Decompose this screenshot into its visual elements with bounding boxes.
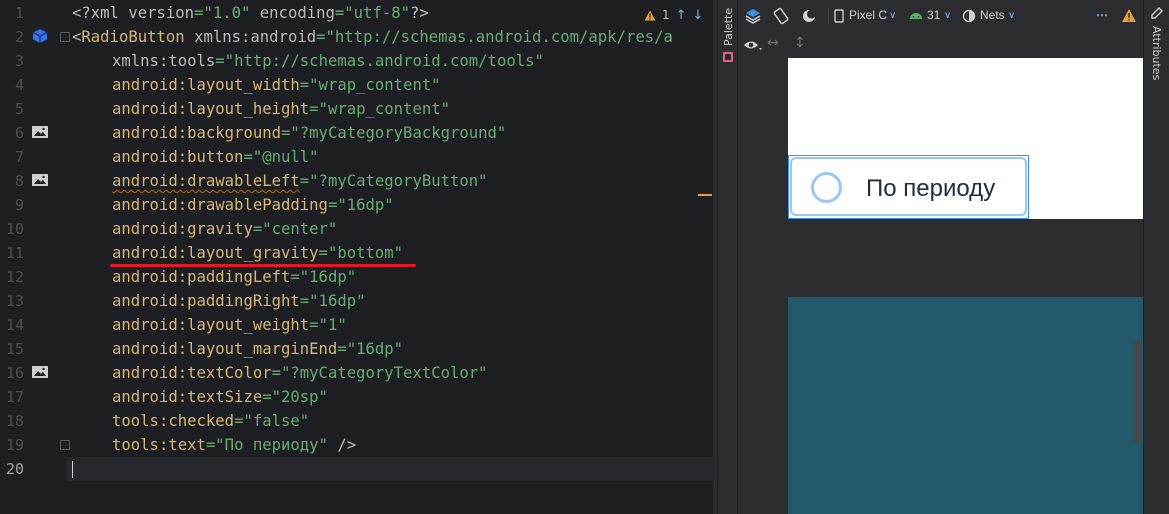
image-preview-icon[interactable]: [31, 124, 49, 140]
inspection-widget[interactable]: 1 ↑ ↓: [644, 6, 703, 24]
editor-gutter: 1 2 3 4 5 6 7 8 9 10 11 12 13 14 15 16 1…: [0, 0, 70, 514]
orientation-icon[interactable]: [772, 7, 790, 25]
code-line-2: <RadioButton xmlns:android="http://schem…: [72, 28, 673, 46]
radio-circle-icon: [811, 172, 842, 203]
error-underline-annotation: [110, 264, 416, 267]
code-line-18: tools:checked="false": [112, 412, 310, 430]
device-selector[interactable]: Pixel C: [849, 8, 887, 22]
line-number: 17: [5, 388, 24, 406]
code-line-15: android:layout_marginEnd="16dp": [112, 340, 404, 358]
previous-highlight-icon[interactable]: ↑: [676, 8, 687, 23]
theme-icon: [962, 9, 976, 23]
api-level-selector[interactable]: 31: [927, 8, 940, 22]
chevron-down-icon[interactable]: ∨: [1008, 10, 1015, 21]
text-caret: [72, 461, 73, 478]
warning-count: 1: [662, 8, 670, 22]
night-mode-icon[interactable]: [800, 7, 818, 25]
line-number: 20: [5, 460, 24, 478]
vertical-resize-icon[interactable]: ↕: [794, 35, 806, 51]
line-number: 13: [5, 292, 24, 310]
preview-radio-button[interactable]: По периоду: [790, 157, 1027, 216]
palette-tool-strip[interactable]: Palette: [717, 0, 738, 514]
chevron-down-icon[interactable]: ∨: [889, 10, 896, 21]
line-number: 7: [14, 148, 24, 166]
line-number: 15: [5, 340, 24, 358]
toolbar-separator: [828, 8, 829, 24]
preview-radio-label: По периоду: [866, 175, 996, 202]
line-number: 3: [14, 52, 24, 70]
code-line-16: android:textColor="?myCategoryTextColor": [112, 364, 488, 382]
line-number: 19: [5, 436, 24, 454]
code-editor[interactable]: 1 2 3 4 5 6 7 8 9 10 11 12 13 14 15 16 1…: [0, 0, 713, 514]
line-number: 9: [14, 196, 24, 214]
line-number: 1: [14, 4, 24, 22]
more-options-icon[interactable]: ⋯: [1096, 8, 1108, 22]
code-line-13: android:paddingRight="16dp": [112, 292, 366, 310]
warning-icon[interactable]: [1121, 7, 1137, 25]
attributes-icon[interactable]: [1150, 6, 1164, 20]
palette-tab[interactable]: Palette: [722, 8, 735, 46]
design-toolbar: Pixel C ∨ 31 ∨ Nets ∨ ⋯: [738, 0, 1143, 32]
line-number: 18: [5, 412, 24, 430]
line-number: 14: [5, 316, 24, 334]
visibility-eye-icon[interactable]: [743, 38, 763, 52]
line-number: 4: [14, 76, 24, 94]
line-number: 10: [5, 220, 24, 238]
chevron-down-icon[interactable]: ∨: [944, 10, 951, 21]
layers-icon[interactable]: [744, 7, 762, 25]
code-line-6: android:background="?myCategoryBackgroun…: [112, 124, 507, 142]
image-preview-icon[interactable]: [31, 364, 49, 380]
attributes-tool-strip[interactable]: Attributes: [1143, 0, 1169, 514]
code-line-9: android:drawablePadding="16dp": [112, 196, 394, 214]
blueprint-preview[interactable]: [788, 297, 1143, 514]
line-number: 2: [14, 28, 24, 46]
code-line-11: android:layout_gravity="bottom": [112, 244, 404, 262]
warning-icon: [644, 10, 656, 20]
line-number: 8: [14, 172, 24, 190]
android-icon: [910, 13, 922, 19]
vertical-scrollbar[interactable]: [1134, 340, 1141, 444]
code-line-8: android:drawableLeft="?myCategoryButton": [112, 172, 488, 190]
line-number: 12: [5, 268, 24, 286]
code-line-14: android:layout_weight="1": [112, 316, 347, 334]
code-line-4: android:layout_width="wrap_content": [112, 76, 441, 94]
theme-selector[interactable]: Nets: [980, 8, 1005, 22]
code-line-7: android:button="@null": [112, 148, 319, 166]
design-surface[interactable]: Pixel C ∨ 31 ∨ Nets ∨ ⋯ ↔ ↕ ? По периоду: [738, 0, 1143, 514]
code-line-5: android:layout_height="wrap_content": [112, 100, 450, 118]
device-icon: [834, 9, 844, 23]
code-line-3: xmlns:tools="http://schemas.android.com/…: [112, 52, 544, 70]
code-line-10: android:gravity="center": [112, 220, 338, 238]
next-highlight-icon[interactable]: ↓: [693, 8, 704, 23]
line-number: 11: [5, 244, 24, 262]
code-line-17: android:textSize="20sp": [112, 388, 328, 406]
image-preview-icon[interactable]: [31, 172, 49, 188]
design-secondary-toolbar: ↔ ↕ ?: [738, 32, 1143, 83]
code-area[interactable]: <?xml version="1.0" encoding="utf-8"?> <…: [66, 0, 713, 514]
line-number: 5: [14, 100, 24, 118]
warning-stripe-marker[interactable]: [698, 194, 712, 196]
component-cube-icon[interactable]: [31, 28, 49, 44]
line-number: 6: [14, 124, 24, 142]
line-number: 16: [5, 364, 24, 382]
attributes-tab[interactable]: Attributes: [1150, 26, 1163, 80]
horizontal-resize-icon[interactable]: ↔: [767, 35, 779, 51]
code-line-1: <?xml version="1.0" encoding="utf-8"?>: [72, 4, 429, 22]
code-line-12: android:paddingLeft="16dp": [112, 268, 357, 286]
palette-icon[interactable]: [723, 52, 733, 62]
code-line-19: tools:text="По периоду" />: [112, 436, 357, 454]
